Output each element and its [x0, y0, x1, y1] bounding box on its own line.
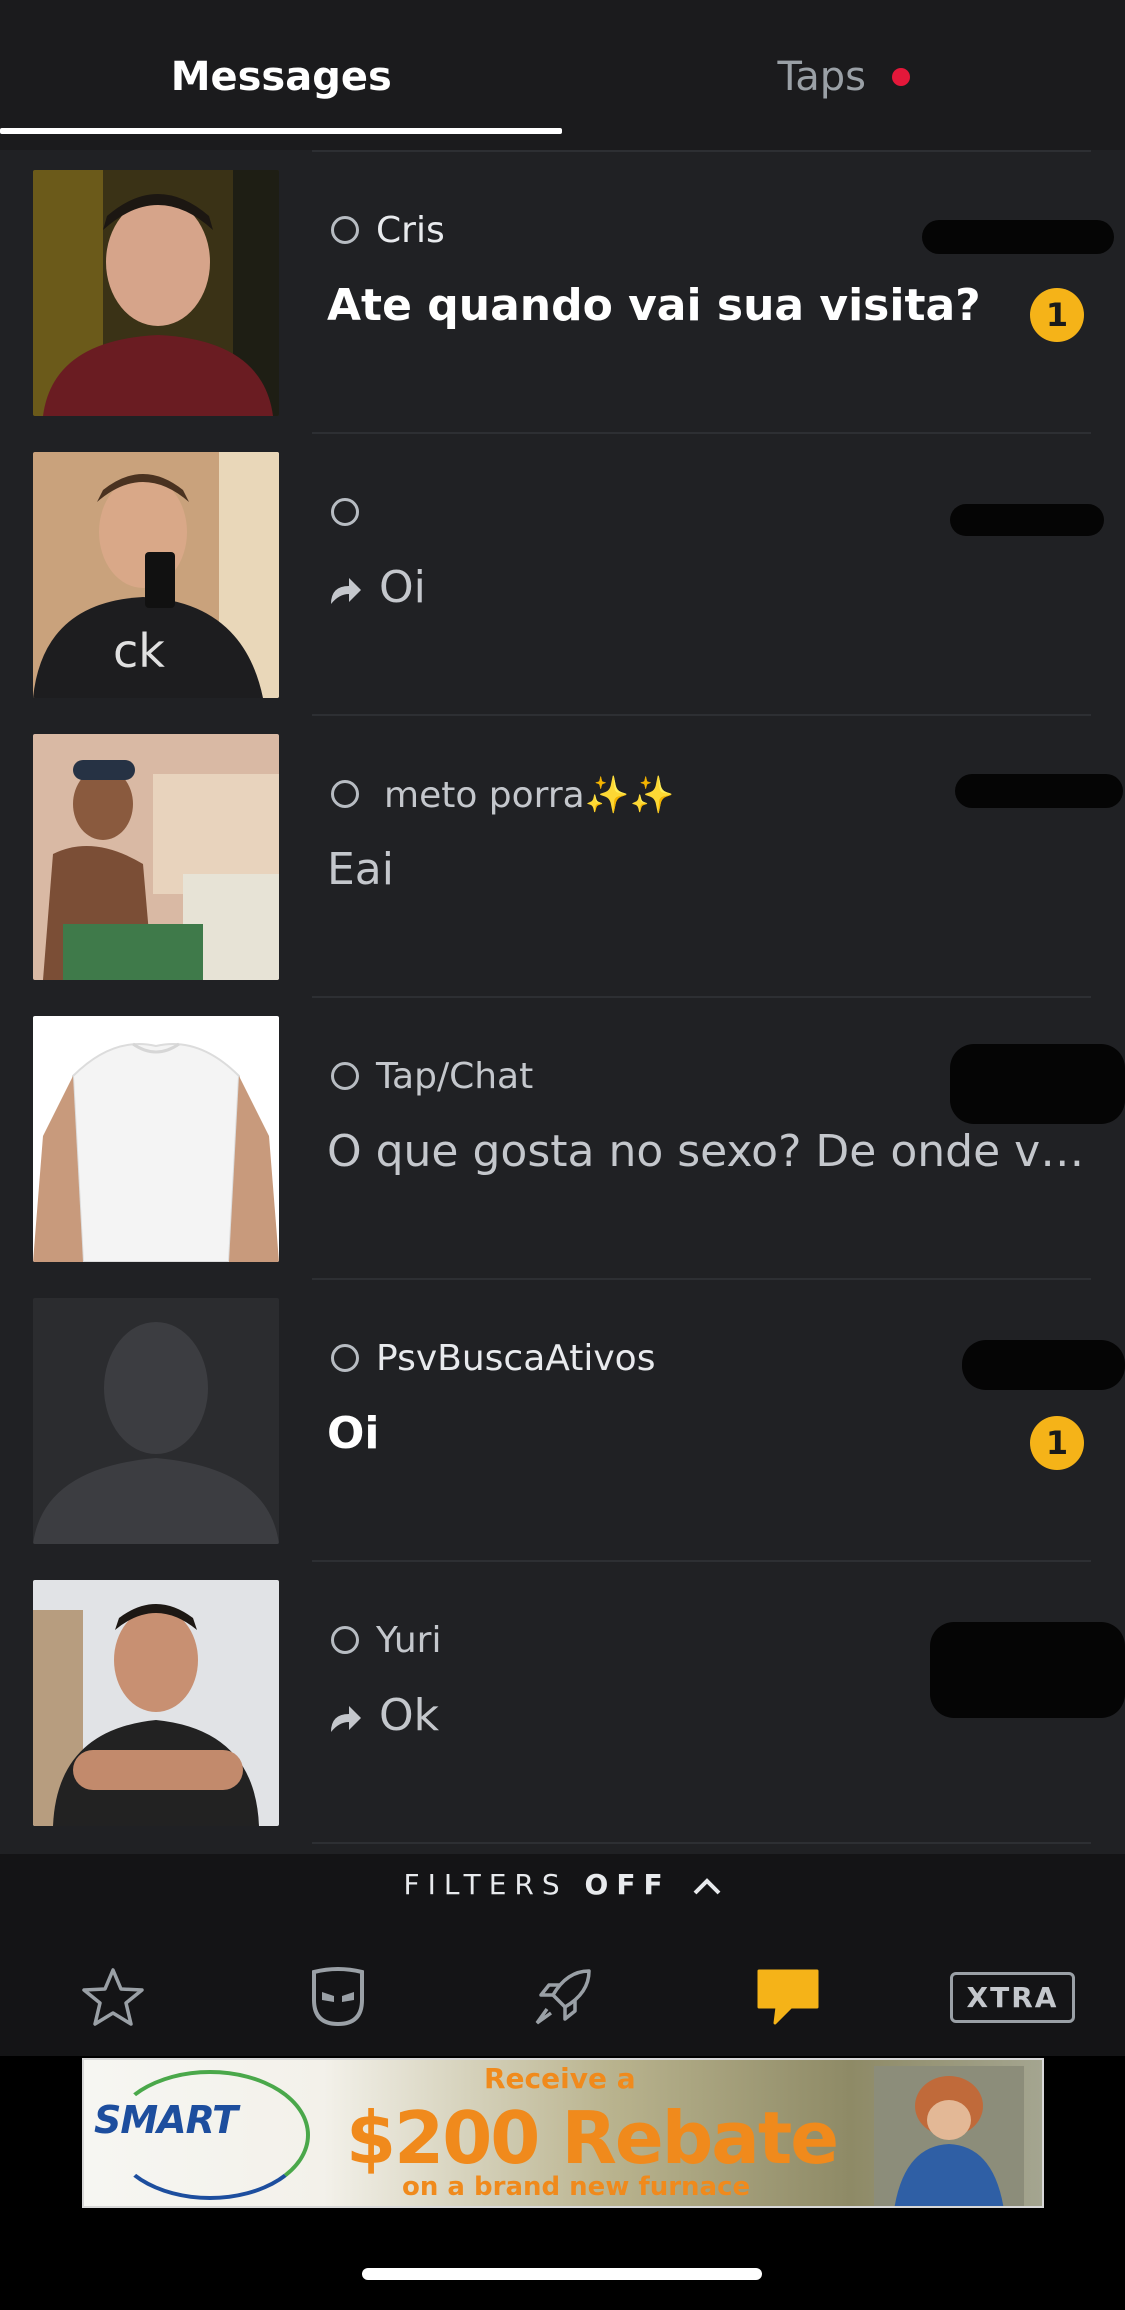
- divider: [312, 1842, 1091, 1844]
- svg-text:ck: ck: [113, 624, 165, 678]
- conversation-message: Oi: [327, 1408, 380, 1459]
- nav-favorites[interactable]: [53, 1947, 173, 2047]
- conversation-message: O que gosta no sexo? De onde voc...: [327, 1126, 1087, 1177]
- divider: [312, 996, 1091, 998]
- unread-badge: 1: [1030, 288, 1084, 342]
- conversation-name: PsvBuscaAtivos: [376, 1338, 656, 1379]
- chat-bubble-icon: [757, 1969, 818, 2025]
- conversation-message-text: Oi: [379, 562, 426, 613]
- nav-browse[interactable]: [278, 1947, 398, 2047]
- nav-bar: XTRA: [0, 1942, 1125, 2052]
- conversation-name: Tap/Chat: [376, 1056, 534, 1097]
- online-status-icon: [331, 1062, 359, 1090]
- conversation-row[interactable]: PsvBuscaAtivos Oi 1: [0, 1298, 1125, 1580]
- ad-rebate: $200 Rebate: [346, 2096, 839, 2180]
- chevron-up-icon: [693, 1878, 720, 1895]
- conversation-row[interactable]: Yuri Ok: [0, 1580, 1125, 1862]
- avatar[interactable]: ck: [33, 452, 279, 698]
- divider: [312, 432, 1091, 434]
- reply-arrow-icon: [331, 578, 361, 604]
- tab-taps[interactable]: Taps: [563, 0, 1125, 150]
- redaction-mark: [955, 774, 1123, 808]
- avatar[interactable]: [33, 1016, 279, 1262]
- rocket-icon: [535, 1969, 591, 2025]
- avatar[interactable]: [33, 1298, 279, 1544]
- redaction-mark: [922, 220, 1114, 254]
- online-status-icon: [331, 1626, 359, 1654]
- messages-screen: Messages Taps Cris Ate quando vai sua vi…: [0, 0, 1125, 2310]
- filters-toggle[interactable]: FILTERS OFF: [0, 1868, 1125, 1901]
- ad-child-image: [874, 2066, 1024, 2206]
- online-status-icon: [331, 216, 359, 244]
- redaction-mark: [962, 1340, 1125, 1390]
- online-status-icon: [331, 1344, 359, 1372]
- ad-logo: SMART: [94, 2098, 238, 2142]
- conversation-row[interactable]: Tap/Chat O que gosta no sexo? De onde vo…: [0, 1016, 1125, 1298]
- divider: [312, 150, 1091, 152]
- conversation-name: Cris: [376, 210, 445, 251]
- conversation-message-text: Ok: [379, 1690, 440, 1741]
- redaction-mark: [950, 504, 1104, 536]
- active-tab-indicator: [0, 128, 562, 134]
- avatar[interactable]: [33, 1580, 279, 1826]
- online-status-icon: [331, 780, 359, 808]
- conversation-row[interactable]: meto porra✨✨ Eai: [0, 734, 1125, 1016]
- conversation-row[interactable]: Cris Ate quando vai sua visita? 1: [0, 170, 1125, 452]
- reply-arrow-icon: [331, 1706, 361, 1732]
- ad-headline: Receive a: [484, 2062, 636, 2095]
- nav-messages[interactable]: [728, 1947, 848, 2047]
- online-status-icon: [331, 498, 359, 526]
- unread-badge: 1: [1030, 1416, 1084, 1470]
- home-indicator[interactable]: [362, 2268, 762, 2280]
- avatar[interactable]: [33, 170, 279, 416]
- bottom-navigation: FILTERS OFF XTRA: [0, 1854, 1125, 2056]
- tab-bar: Messages Taps: [0, 0, 1125, 150]
- ad-banner[interactable]: SMART Receive a $200 Rebate on a brand n…: [82, 2058, 1044, 2208]
- conversation-name: meto porra✨✨: [384, 775, 675, 816]
- avatar[interactable]: [33, 734, 279, 980]
- tab-messages-label: Messages: [170, 54, 392, 100]
- redaction-mark: [950, 1044, 1125, 1124]
- divider: [312, 1278, 1091, 1280]
- tab-taps-label: Taps: [777, 54, 867, 100]
- nav-xtra[interactable]: XTRA: [949, 1947, 1076, 2047]
- mask-icon: [311, 1967, 364, 2027]
- nav-explore[interactable]: [503, 1947, 623, 2047]
- filters-state: OFF: [584, 1868, 671, 1901]
- star-icon: [81, 1968, 144, 2026]
- conversation-message: Oi: [327, 562, 1087, 613]
- conversation-name: Yuri: [376, 1620, 442, 1661]
- xtra-badge: XTRA: [949, 1971, 1076, 2023]
- conversation-message: Eai: [327, 844, 394, 895]
- divider: [312, 714, 1091, 716]
- conversation-row[interactable]: ck Oi: [0, 452, 1125, 734]
- conversation-message: Ate quando vai sua visita?: [327, 280, 981, 331]
- filters-label: FILTERS: [403, 1868, 568, 1901]
- conversation-message: Ok: [327, 1690, 1087, 1741]
- ad-subline: on a brand new furnace: [402, 2172, 751, 2202]
- divider: [312, 1560, 1091, 1562]
- taps-notification-dot: [892, 68, 911, 86]
